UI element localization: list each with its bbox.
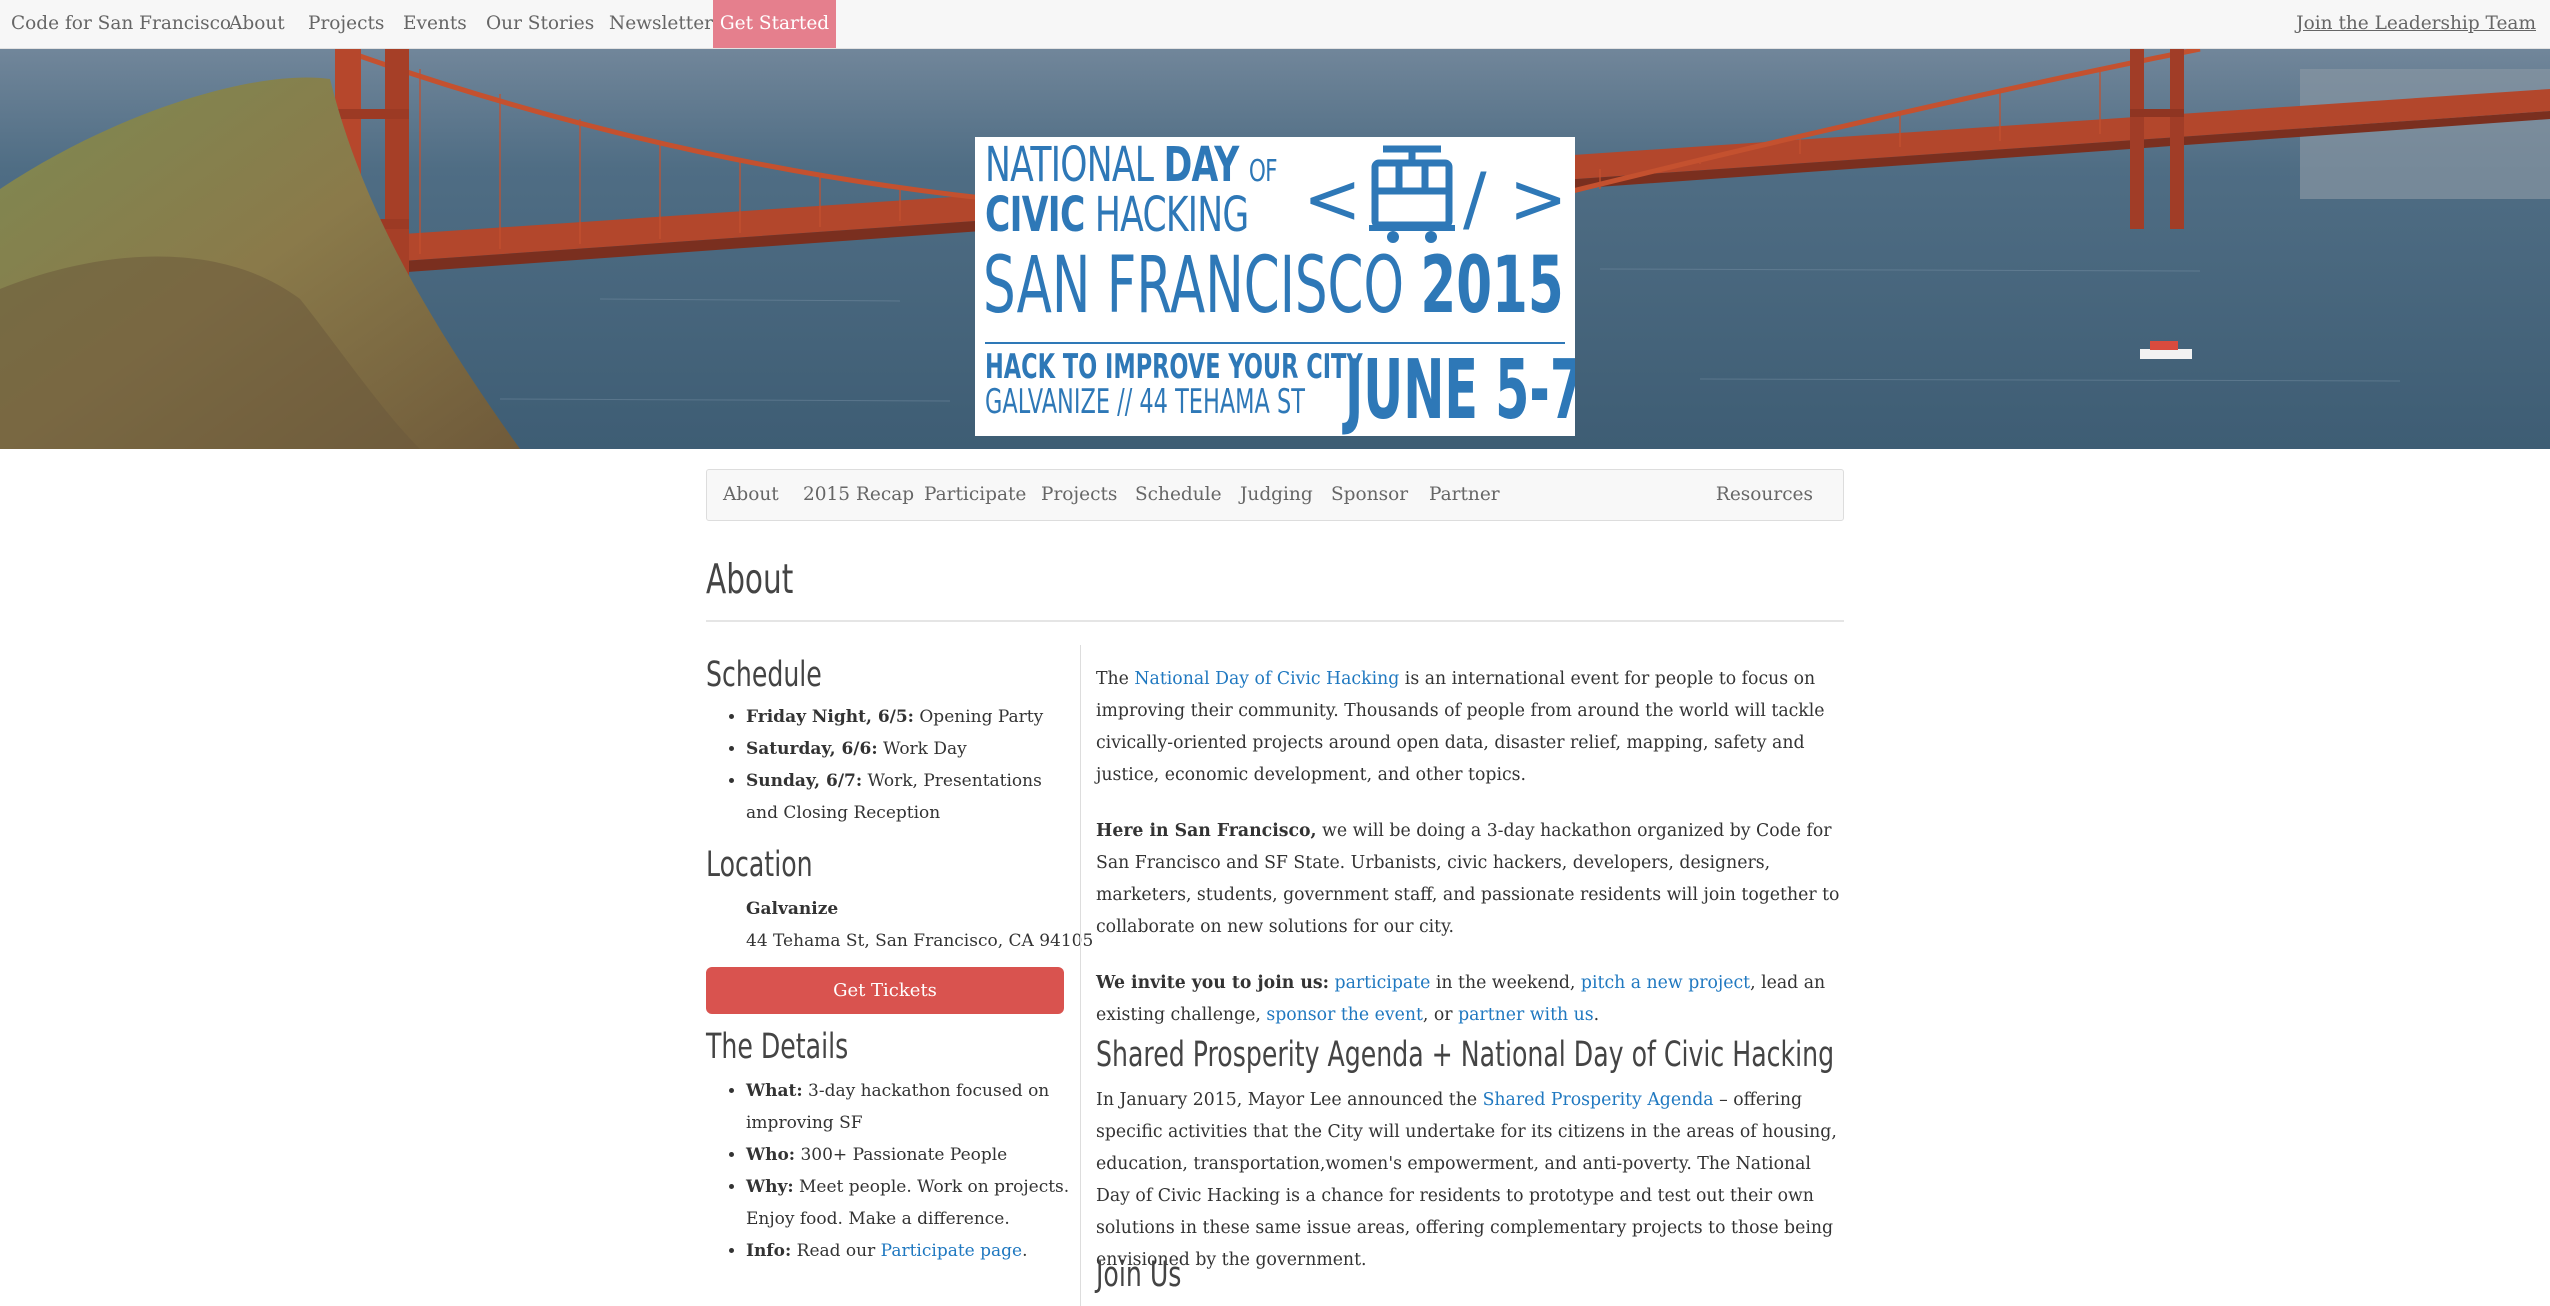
- poster-title-line1: NATIONAL DAY OF: [985, 137, 1278, 193]
- invite-paragraph: We invite you to join us: participate in…: [1096, 973, 1826, 1025]
- title-divider: [706, 620, 1844, 622]
- nav-about[interactable]: About: [229, 13, 285, 34]
- details-item: Info: Read our Participate page.: [746, 1235, 1076, 1267]
- cable-car-icon: < / >: [1303, 145, 1568, 243]
- subnav-projects[interactable]: Projects: [1041, 484, 1117, 505]
- ndoch-link[interactable]: National Day of Civic Hacking: [1134, 669, 1399, 689]
- schedule-item: Saturday, 6/6: Work Day: [746, 733, 1076, 765]
- pitch-project-link[interactable]: pitch a new project: [1581, 973, 1750, 993]
- participate-page-link[interactable]: Participate page: [881, 1241, 1022, 1261]
- top-navbar: Code for San Francisco About Projects Ev…: [0, 0, 2550, 49]
- partner-link[interactable]: partner with us: [1458, 1005, 1594, 1025]
- details-list: What: 3-day hackathon focused on improvi…: [706, 1075, 1076, 1267]
- details-item: Who: 300+ Passionate People: [746, 1139, 1076, 1171]
- poster-city-year: SAN FRANCISCO 2015: [983, 241, 1564, 331]
- svg-text:/ >: / >: [1463, 158, 1568, 240]
- subnav-2015-recap[interactable]: 2015 Recap: [803, 484, 914, 505]
- nav-newsletter[interactable]: Newsletter: [609, 13, 713, 34]
- nav-our-stories[interactable]: Our Stories: [486, 13, 594, 34]
- nav-events[interactable]: Events: [403, 13, 467, 34]
- get-started-button[interactable]: Get Started: [713, 0, 836, 48]
- location-address: 44 Tehama St, San Francisco, CA 94105: [746, 931, 1094, 951]
- hero-banner: NATIONAL DAY OF CIVIC HACKING < / > SAN: [0, 49, 2550, 449]
- join-heading: Join Us: [1096, 1255, 1182, 1295]
- agenda-heading: Shared Prosperity Agenda + National Day …: [1096, 1035, 1835, 1075]
- schedule-item: Sunday, 6/7: Work, Presentations and Clo…: [746, 765, 1076, 829]
- subnav-about[interactable]: About: [723, 484, 779, 505]
- svg-text:<: <: [1303, 158, 1362, 240]
- poster-tagline: HACK TO IMPROVE YOUR CITY: [985, 347, 1363, 387]
- schedule-heading: Schedule: [706, 655, 822, 695]
- section-subnav: About 2015 Recap Participate Projects Sc…: [706, 469, 1844, 521]
- column-divider: [1080, 645, 1081, 1306]
- subnav-partner[interactable]: Partner: [1429, 484, 1500, 505]
- sf-paragraph: Here in San Francisco, we will be doing …: [1096, 821, 1840, 937]
- event-poster: NATIONAL DAY OF CIVIC HACKING < / > SAN: [975, 137, 1575, 436]
- agenda-paragraph: In January 2015, Mayor Lee announced the…: [1096, 1090, 1837, 1270]
- sponsor-link[interactable]: sponsor the event: [1266, 1005, 1423, 1025]
- join-leadership-link[interactable]: Join the Leadership Team: [2296, 13, 2536, 34]
- details-heading: The Details: [706, 1027, 849, 1067]
- schedule-list: Friday Night, 6/5: Opening Party Saturda…: [706, 701, 1076, 829]
- schedule-item: Friday Night, 6/5: Opening Party: [746, 701, 1076, 733]
- subnav-schedule[interactable]: Schedule: [1135, 484, 1222, 505]
- nav-projects[interactable]: Projects: [308, 13, 384, 34]
- location-name: Galvanize: [746, 899, 839, 919]
- subnav-resources[interactable]: Resources: [1716, 484, 1813, 505]
- subnav-participate[interactable]: Participate: [924, 484, 1026, 505]
- get-tickets-button[interactable]: Get Tickets: [706, 967, 1064, 1014]
- details-item: What: 3-day hackathon focused on improvi…: [746, 1075, 1076, 1139]
- page-title: About: [706, 555, 794, 603]
- subnav-sponsor[interactable]: Sponsor: [1331, 484, 1408, 505]
- details-item: Why: Meet people. Work on projects. Enjo…: [746, 1171, 1076, 1235]
- location-heading: Location: [706, 845, 813, 885]
- intro-paragraph: The National Day of Civic Hacking is an …: [1096, 669, 1825, 785]
- subnav-judging[interactable]: Judging: [1240, 484, 1313, 505]
- poster-dates: JUNE 5-7: [1345, 343, 1575, 436]
- poster-title-line2: CIVIC HACKING: [985, 187, 1249, 243]
- participate-link[interactable]: participate: [1335, 973, 1431, 993]
- poster-venue: GALVANIZE // 44 TEHAMA ST: [985, 382, 1305, 422]
- shared-prosperity-link[interactable]: Shared Prosperity Agenda: [1483, 1090, 1714, 1110]
- brand-link[interactable]: Code for San Francisco: [11, 13, 231, 34]
